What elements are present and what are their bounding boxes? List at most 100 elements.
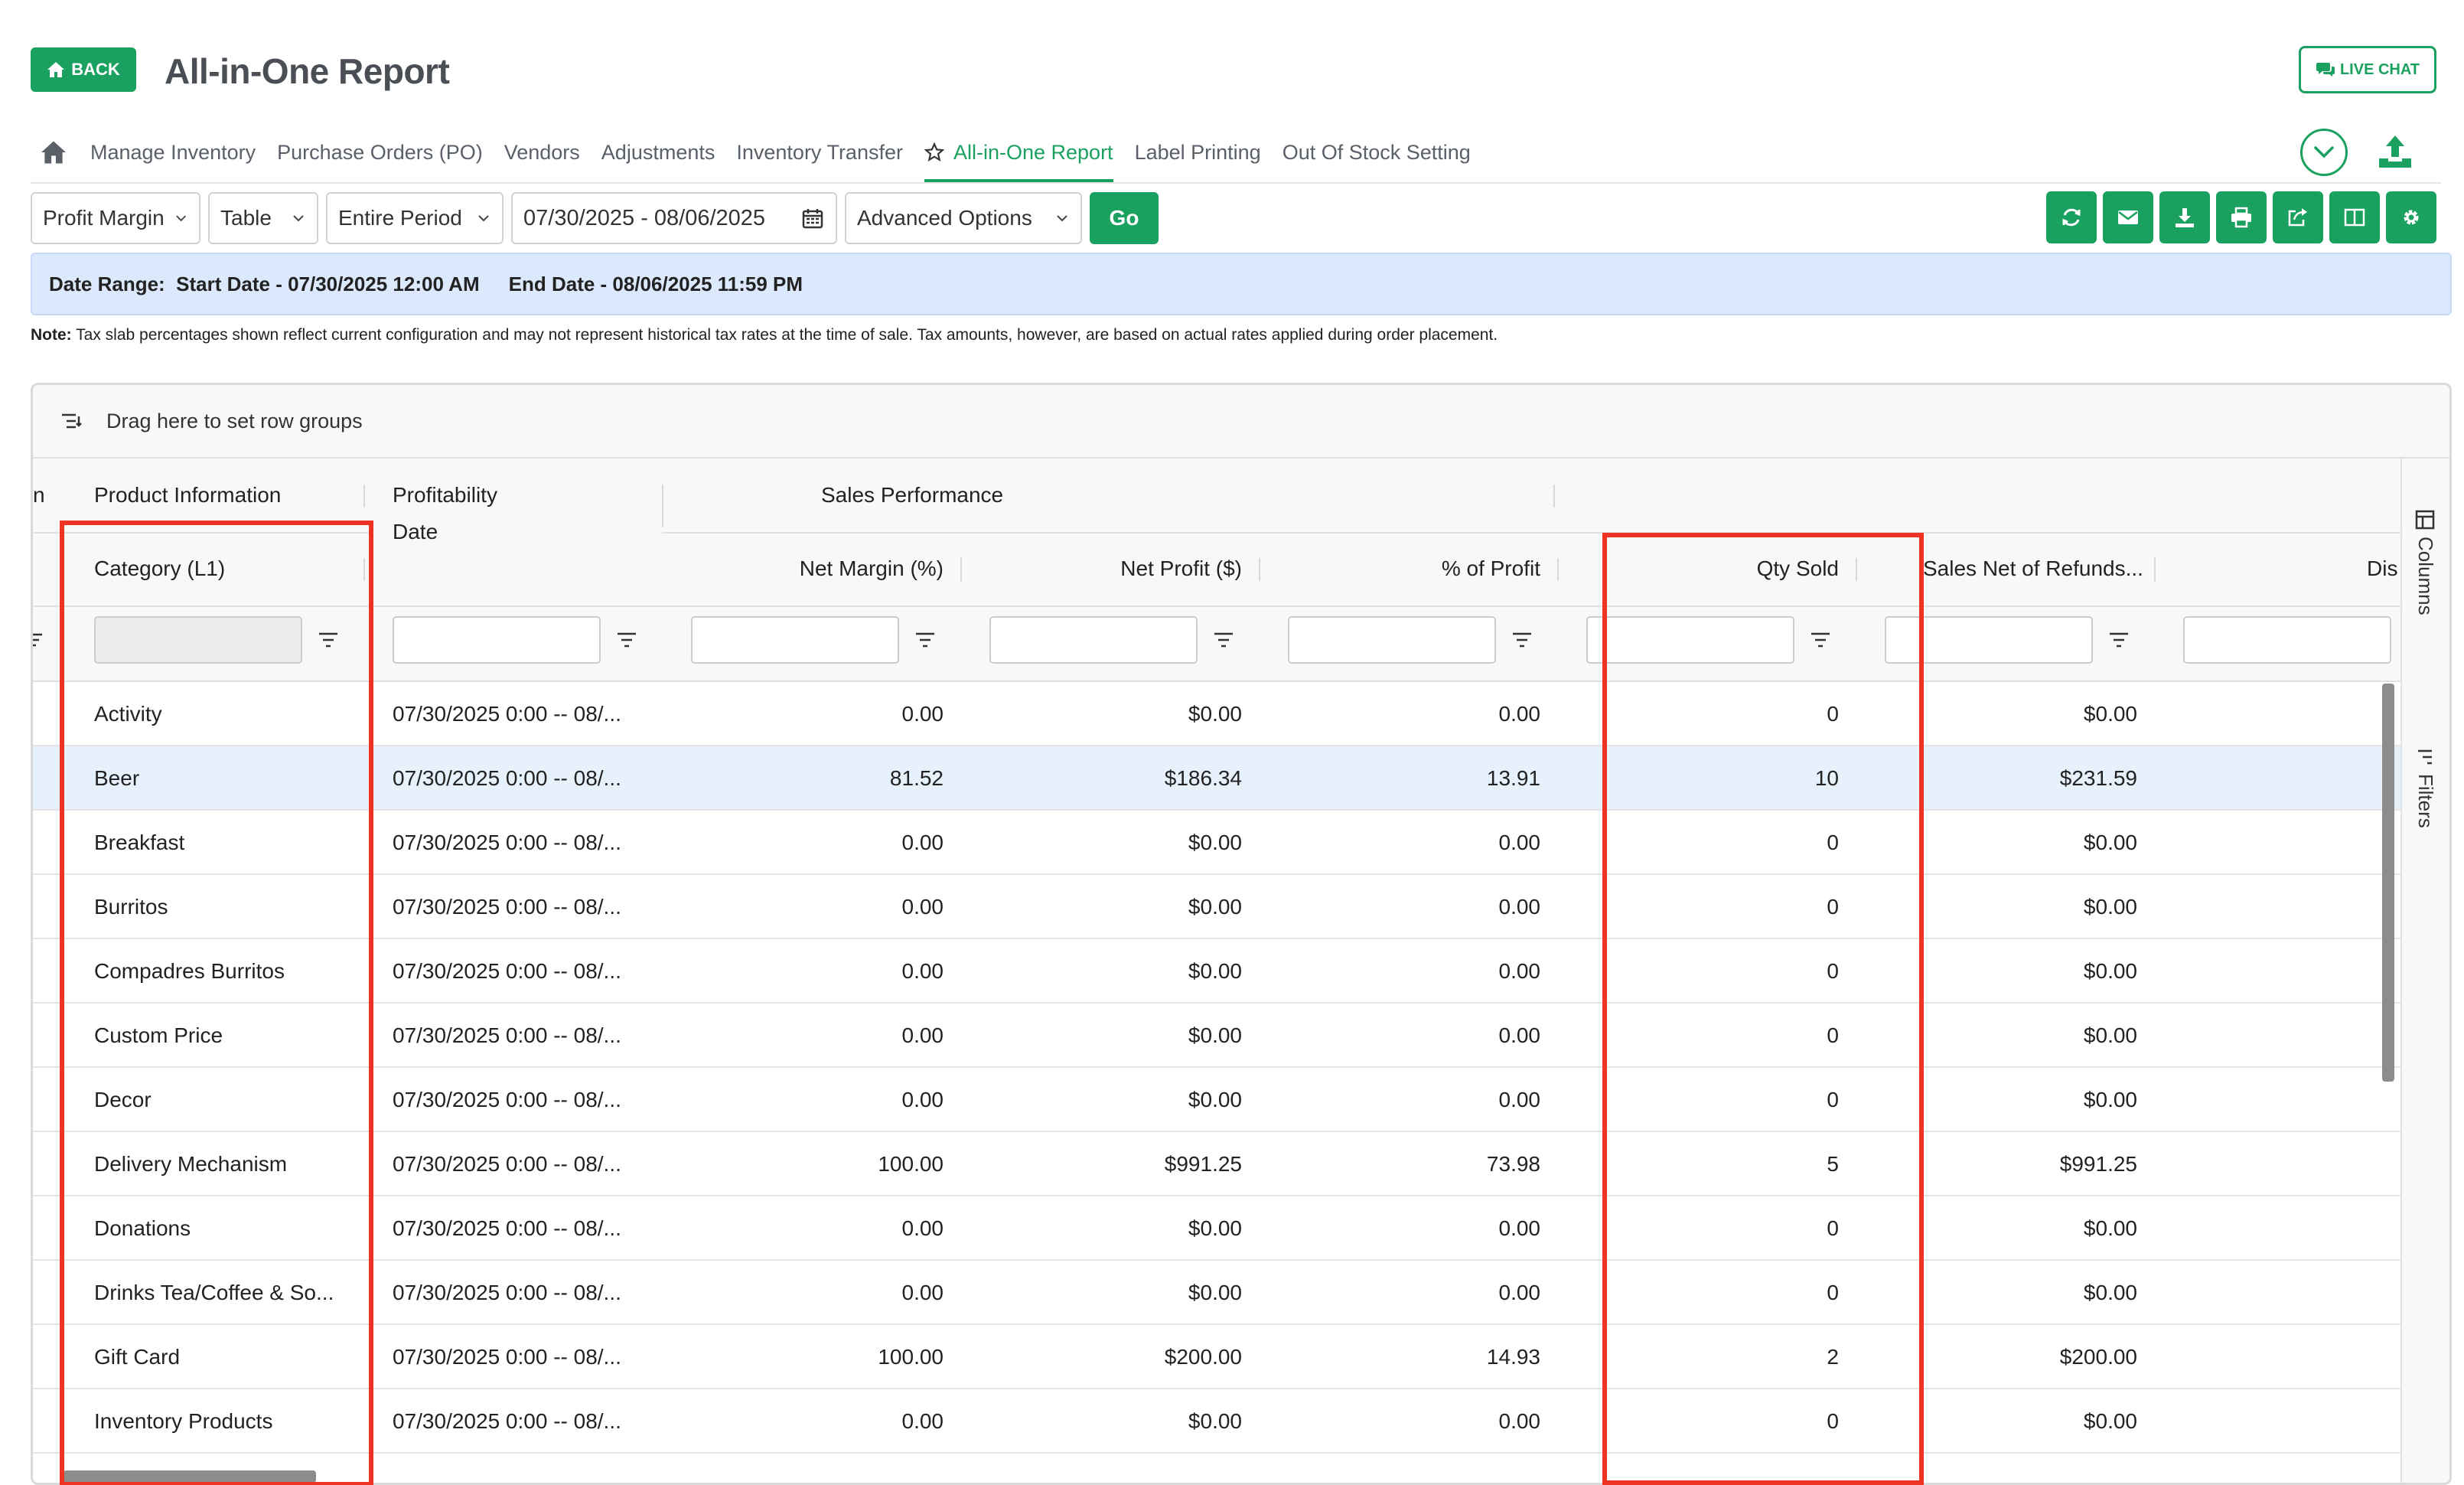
chevron-down-icon (293, 215, 304, 222)
settings-button[interactable] (2386, 191, 2436, 243)
cell-net-profit: $0.00 (1188, 895, 1242, 919)
cell-net-margin: 100.00 (878, 1345, 944, 1369)
cell-net-margin: 0.00 (901, 831, 944, 854)
cell-net-profit: $0.00 (1188, 702, 1242, 726)
collapse-button[interactable] (2300, 129, 2348, 176)
cell-net-margin: 100.00 (878, 1152, 944, 1176)
nav-label-printing[interactable]: Label Printing (1124, 126, 1272, 179)
col-dis[interactable]: Dis (2367, 556, 2397, 581)
back-button[interactable]: BACK (31, 47, 136, 92)
product-information-group: Product Information (94, 483, 282, 507)
filter-icon[interactable] (616, 632, 637, 648)
profitability-group: Profitability (393, 483, 497, 507)
columns-panel-label: Columns (2414, 537, 2437, 615)
filter-icon[interactable] (2108, 632, 2130, 648)
filters-panel-toggle[interactable]: Filters (2414, 749, 2437, 828)
cell-pct-profit: 13.91 (1486, 766, 1540, 790)
table-row[interactable]: Inventory Products 07/30/2025 0:00 -- 08/… (33, 1389, 2402, 1454)
nav-adjustments[interactable]: Adjustments (591, 126, 726, 179)
period-select[interactable]: Entire Period (326, 192, 504, 244)
cell-pct-profit: 0.00 (1498, 959, 1541, 983)
nav-label: Adjustments (601, 140, 715, 164)
columns-panel-toggle[interactable]: Columns (2414, 509, 2437, 615)
pct-profit-filter-input[interactable] (1288, 616, 1496, 664)
cell-net-margin: 0.00 (901, 959, 944, 983)
cell-net-profit: $0.00 (1188, 1088, 1242, 1111)
date-range-picker[interactable]: 07/30/2025 - 08/06/2025 (511, 192, 837, 244)
date-range-value: 07/30/2025 - 08/06/2025 (523, 205, 766, 230)
filter-icon[interactable] (1213, 632, 1234, 648)
email-button[interactable] (2103, 191, 2153, 243)
report-actions (2046, 191, 2436, 243)
row-group-drop-zone[interactable]: Drag here to set row groups (33, 385, 2449, 459)
table-row[interactable]: Breakfast 07/30/2025 0:00 -- 08/... 0.00 $0… (33, 811, 2402, 875)
table-row[interactable]: Donations 07/30/2025 0:00 -- 08/... 0.00 $0… (33, 1196, 2402, 1261)
filter-icon[interactable] (1511, 632, 1533, 648)
report-type-select[interactable]: Profit Margin (31, 192, 200, 244)
nav-label: Label Printing (1134, 140, 1261, 164)
download-button[interactable] (2159, 191, 2210, 243)
date-filter-input[interactable] (393, 616, 601, 664)
table-row[interactable]: Delivery Mechanism 07/30/2025 0:00 -- 08/… (33, 1132, 2402, 1196)
table-row[interactable]: Custom Price 07/30/2025 0:00 -- 08/... 0.0… (33, 1004, 2402, 1068)
table-row[interactable]: Burritos 07/30/2025 0:00 -- 08/... 0.00 $0.… (33, 875, 2402, 939)
upload-button[interactable] (2372, 129, 2418, 175)
refresh-button[interactable] (2046, 191, 2097, 243)
table-row[interactable]: Activity 07/30/2025 0:00 -- 08/... 0.00 $0.… (33, 682, 2402, 746)
table-row[interactable]: Beer 07/30/2025 0:00 -- 08/... 81.52 $186.3… (33, 746, 2402, 811)
vertical-scrollbar[interactable] (2382, 684, 2394, 1082)
chat-icon (2316, 63, 2335, 77)
filters-panel-label: Filters (2414, 774, 2437, 828)
advanced-options-select[interactable]: Advanced Options (845, 192, 1082, 244)
refresh-icon (2062, 208, 2081, 227)
grid-side-panel: Columns Filters (2400, 459, 2449, 1483)
cell-date: 07/30/2025 0:00 -- 08/... (393, 1216, 621, 1240)
table-row[interactable]: Compadres Burritos 07/30/2025 0:00 -- 08/… (33, 939, 2402, 1004)
nav-out-of-stock-setting[interactable]: Out Of Stock Setting (1272, 126, 1481, 179)
dis-filter-input[interactable] (2183, 616, 2391, 664)
cell-date: 07/30/2025 0:00 -- 08/... (393, 1281, 621, 1304)
cell-pct-profit: 14.93 (1486, 1345, 1540, 1369)
table-row[interactable]: Drinks Tea/Coffee & So... 07/30/2025 0:00… (33, 1261, 2402, 1325)
col-pct-profit[interactable]: % of Profit (1387, 556, 1540, 581)
col-date[interactable]: Date (393, 520, 438, 544)
live-chat-button[interactable]: LIVE CHAT (2299, 46, 2436, 93)
go-button[interactable]: Go (1090, 192, 1159, 244)
cell-net-profit: $0.00 (1188, 1216, 1242, 1240)
view-type-select[interactable]: Table (208, 192, 318, 244)
nav-home[interactable] (31, 126, 80, 179)
col-net-margin[interactable]: Net Margin (%) (790, 556, 944, 581)
col-sales-net[interactable]: Sales Net of Refunds... (1923, 556, 2143, 581)
cell-net-margin: 0.00 (901, 1409, 944, 1433)
cell-net-margin: 0.00 (901, 1088, 944, 1111)
nav-label: Purchase Orders (PO) (277, 140, 483, 164)
share-button[interactable] (2273, 191, 2323, 243)
nav-label: Vendors (504, 140, 580, 164)
filter-icon[interactable] (33, 632, 44, 648)
print-button[interactable] (2216, 191, 2267, 243)
table-row[interactable]: Gift Card 07/30/2025 0:00 -- 08/... 100.00… (33, 1325, 2402, 1389)
chevron-down-icon (175, 215, 186, 222)
date-range-banner: Date Range: Start Date - 07/30/2025 12:0… (31, 253, 2452, 315)
cell-net-profit: $0.00 (1188, 1409, 1242, 1433)
nav-label: Inventory Transfer (736, 140, 903, 164)
columns-icon (2415, 510, 2435, 530)
chevron-down-icon (1057, 215, 1067, 222)
cell-net-margin: 81.52 (889, 766, 944, 790)
nav-vendors[interactable]: Vendors (494, 126, 591, 179)
columns-button[interactable] (2329, 191, 2380, 243)
nav-purchase-orders[interactable]: Purchase Orders (PO) (266, 126, 494, 179)
net-profit-filter-input[interactable] (989, 616, 1198, 664)
nav-inventory-transfer[interactable]: Inventory Transfer (725, 126, 914, 179)
start-date-text: Start Date - 07/30/2025 12:00 AM (176, 272, 480, 295)
table-row[interactable]: Decor 07/30/2025 0:00 -- 08/... 0.00 $0.00 0… (33, 1068, 2402, 1132)
col-net-profit[interactable]: Net Profit ($) (1089, 556, 1242, 581)
nav-all-in-one-report[interactable]: All-in-One Report (914, 126, 1124, 182)
net-margin-filter-input[interactable] (691, 616, 899, 664)
note-text: Tax slab percentages shown reflect curre… (76, 326, 1498, 344)
live-chat-label: LIVE CHAT (2339, 60, 2420, 78)
grid-header: n Product Information Profitability Sale… (33, 459, 2402, 682)
filter-icon[interactable] (914, 632, 936, 648)
nav-manage-inventory[interactable]: Manage Inventory (80, 126, 266, 179)
chevron-down-icon (478, 215, 489, 222)
